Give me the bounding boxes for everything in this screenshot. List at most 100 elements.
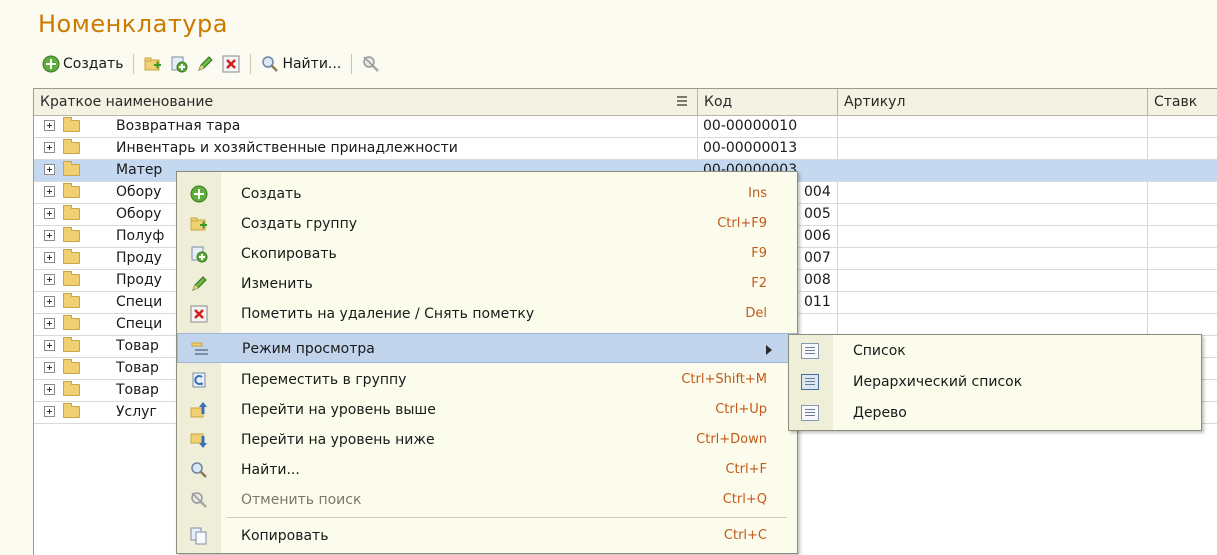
row-rate <box>1148 138 1217 159</box>
folder-icon <box>63 315 80 330</box>
submenu-item-list[interactable]: Список <box>789 336 1201 367</box>
expand-icon[interactable] <box>44 362 55 373</box>
column-header-article[interactable]: Артикул <box>838 89 1148 115</box>
row-name: Специ <box>116 294 163 310</box>
expand-icon[interactable] <box>44 208 55 219</box>
menu-item-label: Копировать <box>241 528 329 544</box>
delete-mark-button[interactable] <box>218 52 244 76</box>
row-rate <box>1148 248 1217 269</box>
row-name: Услуг <box>116 404 157 420</box>
view-mode-submenu: Список Иерархический список Дерево <box>788 334 1202 431</box>
column-header-label: Краткое наименование <box>40 94 214 110</box>
expand-icon[interactable] <box>44 274 55 285</box>
folder-add-icon <box>190 215 208 233</box>
column-header-code[interactable]: Код <box>698 89 838 115</box>
row-rate <box>1148 182 1217 203</box>
menu-item-move-to-group[interactable]: Переместить в группу Ctrl+Shift+M <box>177 365 797 395</box>
row-code: 00-00000013 <box>698 138 838 159</box>
folder-icon <box>63 183 80 198</box>
column-header-rate[interactable]: Ставк <box>1148 89 1217 115</box>
expand-icon[interactable] <box>44 252 55 263</box>
toolbar: Создать Найти... <box>38 51 384 77</box>
menu-item-edit[interactable]: Изменить F2 <box>177 269 797 299</box>
menu-item-shortcut: Ctrl+C <box>723 528 767 543</box>
menu-item-level-up[interactable]: Перейти на уровень выше Ctrl+Up <box>177 395 797 425</box>
cancel-search-icon <box>362 55 380 73</box>
toolbar-separator <box>133 54 135 74</box>
menu-item-find[interactable]: Найти... Ctrl+F <box>177 455 797 485</box>
row-name: Товар <box>116 338 159 354</box>
copy-item-button[interactable] <box>166 52 192 76</box>
submenu-item-tree[interactable]: Дерево <box>789 398 1201 429</box>
menu-item-view-mode[interactable]: Режим просмотра <box>177 333 797 363</box>
row-article <box>838 138 1148 159</box>
context-menu: Создать Ins Создать группу Ctrl+F9 Скопи… <box>176 171 798 554</box>
magnifier-icon <box>261 55 279 73</box>
menu-item-shortcut: Ctrl+Q <box>722 492 767 507</box>
edit-button[interactable] <box>192 52 218 76</box>
menu-item-copy-item[interactable]: Скопировать F9 <box>177 239 797 269</box>
folder-icon <box>63 161 80 176</box>
row-rate <box>1148 204 1217 225</box>
folder-icon <box>63 337 80 352</box>
table-row[interactable]: Возвратная тара 00-00000010 <box>34 116 1217 138</box>
cancel-search-button[interactable] <box>358 52 384 76</box>
submenu-item-label: Иерархический список <box>853 374 1023 390</box>
menu-item-copy[interactable]: Копировать Ctrl+C <box>177 521 797 551</box>
submenu-item-hierarchical-list[interactable]: Иерархический список <box>789 367 1201 398</box>
menu-item-level-down[interactable]: Перейти на уровень ниже Ctrl+Down <box>177 425 797 455</box>
expand-icon[interactable] <box>44 406 55 417</box>
row-article <box>838 226 1148 247</box>
table-row[interactable]: Инвентарь и хозяйственные принадлежности… <box>34 138 1217 160</box>
expand-icon[interactable] <box>44 318 55 329</box>
row-name: Матер <box>116 162 163 178</box>
page-title: Номенклатура <box>38 10 228 38</box>
menu-item-create-group[interactable]: Создать группу Ctrl+F9 <box>177 209 797 239</box>
delete-mark-icon <box>190 305 208 323</box>
create-group-button[interactable] <box>140 52 166 76</box>
folder-icon <box>63 403 80 418</box>
sort-icon <box>677 96 687 108</box>
column-header-name[interactable]: Краткое наименование <box>34 89 698 115</box>
expand-icon[interactable] <box>44 296 55 307</box>
expand-icon[interactable] <box>44 230 55 241</box>
folder-icon <box>63 117 80 132</box>
expand-icon[interactable] <box>44 120 55 131</box>
find-button[interactable]: Найти... <box>257 52 345 76</box>
expand-icon[interactable] <box>44 164 55 175</box>
folder-icon <box>63 139 80 154</box>
folder-icon <box>63 227 80 242</box>
menu-item-mark-deletion[interactable]: Пометить на удаление / Снять пометку Del <box>177 299 797 329</box>
create-button[interactable]: Создать <box>38 52 127 76</box>
delete-mark-icon <box>222 55 240 73</box>
plus-circle-icon <box>42 55 60 73</box>
expand-icon[interactable] <box>44 384 55 395</box>
table-header: Краткое наименование Код Артикул Ставк <box>34 89 1217 116</box>
row-article <box>838 248 1148 269</box>
row-name: Проду <box>116 272 162 288</box>
row-name: Полуф <box>116 228 165 244</box>
toolbar-separator <box>351 54 353 74</box>
row-name: Обору <box>116 206 162 222</box>
folder-icon <box>63 293 80 308</box>
menu-item-cancel-search[interactable]: Отменить поиск Ctrl+Q <box>177 485 797 515</box>
expand-icon[interactable] <box>44 186 55 197</box>
list-view-icon <box>801 343 819 359</box>
submenu-item-label: Список <box>853 343 906 359</box>
folder-icon <box>63 359 80 374</box>
row-name: Обору <box>116 184 162 200</box>
row-name-cell: Инвентарь и хозяйственные принадлежности <box>34 138 698 159</box>
tree-view-icon <box>801 405 819 421</box>
copy-document-icon <box>170 55 188 73</box>
row-rate <box>1148 226 1217 247</box>
menu-item-label: Перейти на уровень ниже <box>241 432 435 448</box>
row-article <box>838 270 1148 291</box>
row-article <box>838 204 1148 225</box>
row-name: Возвратная тара <box>116 118 241 134</box>
expand-icon[interactable] <box>44 340 55 351</box>
toolbar-separator <box>250 54 252 74</box>
move-to-group-icon <box>190 371 208 389</box>
menu-item-create[interactable]: Создать Ins <box>177 179 797 209</box>
level-down-icon <box>190 431 208 449</box>
expand-icon[interactable] <box>44 142 55 153</box>
